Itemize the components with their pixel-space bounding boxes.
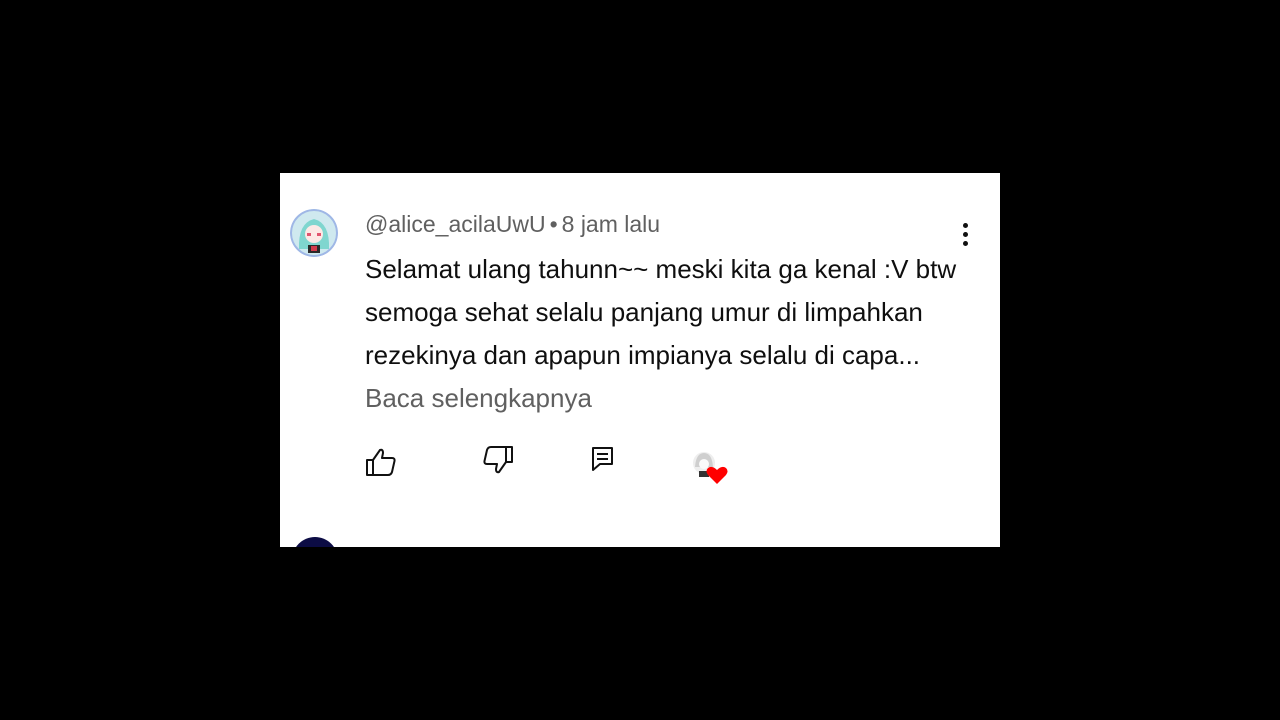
next-comment-avatar[interactable] bbox=[292, 537, 338, 547]
avatar[interactable] bbox=[290, 209, 338, 257]
like-button[interactable] bbox=[365, 447, 397, 482]
author-name[interactable]: @alice_acilaUwU bbox=[365, 211, 546, 237]
dislike-icon bbox=[483, 446, 513, 474]
like-icon bbox=[366, 448, 396, 476]
avatar-image bbox=[290, 209, 338, 257]
comment-text: Selamat ulang tahunn~~ meski kita ga ken… bbox=[365, 254, 957, 370]
reply-button[interactable] bbox=[590, 445, 616, 478]
comment-card: @alice_acilaUwU • 8 jam lalu Selamat ulang… bbox=[280, 173, 1000, 547]
dislike-button[interactable] bbox=[482, 445, 514, 480]
creator-heart[interactable] bbox=[690, 449, 730, 490]
creator-heart-icon bbox=[693, 452, 728, 484]
more-vert-icon[interactable] bbox=[950, 219, 980, 249]
reply-icon bbox=[592, 447, 613, 471]
comment-text-block: Selamat ulang tahunn~~ meski kita ga ken… bbox=[365, 248, 975, 420]
comment-time[interactable]: 8 jam lalu bbox=[562, 211, 660, 237]
read-more-link[interactable]: Baca selengkapnya bbox=[365, 383, 592, 413]
comment-meta: @alice_acilaUwU • 8 jam lalu bbox=[365, 211, 660, 238]
meta-separator: • bbox=[549, 211, 558, 237]
